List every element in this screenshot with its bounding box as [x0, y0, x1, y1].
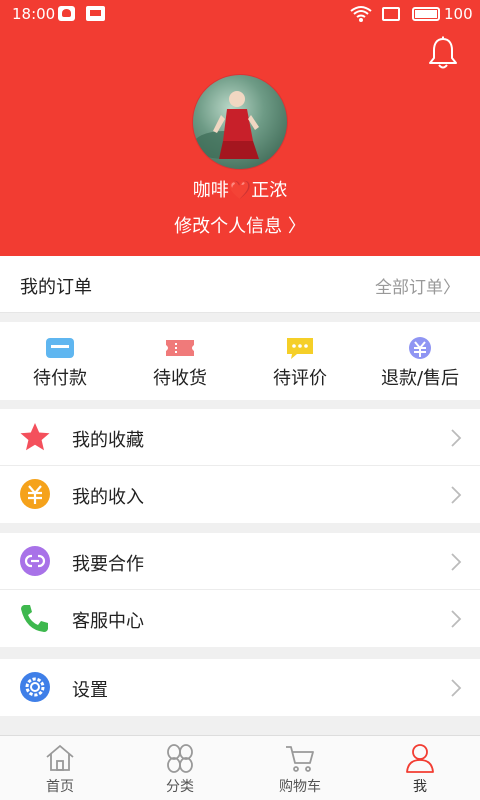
- user-icon: [406, 744, 434, 773]
- menu-item-label: 设置: [72, 680, 108, 701]
- comment-icon: [287, 338, 313, 359]
- home-icon: [46, 744, 74, 771]
- ticket-icon: [166, 340, 194, 356]
- chevron-right-icon: [451, 486, 462, 504]
- menu-item-customer-service[interactable]: 客服中心: [0, 590, 480, 647]
- battery-icon: [412, 7, 440, 21]
- menu-item-settings[interactable]: 设置: [0, 659, 480, 716]
- order-status-row: 待付款 待收货 待评价 退款/售后: [0, 322, 480, 400]
- screen-icon: [382, 7, 400, 21]
- nav-home[interactable]: 首页: [0, 736, 120, 800]
- chevron-right-icon: [451, 679, 462, 697]
- chevron-right-icon: [451, 553, 462, 571]
- status-label: 待收货: [153, 368, 207, 389]
- menu-group-3: 设置: [0, 659, 480, 716]
- category-icon: [167, 744, 193, 773]
- nav-cart[interactable]: 购物车: [240, 736, 360, 800]
- menu-item-label: 客服中心: [72, 611, 144, 632]
- nav-label: 首页: [46, 779, 74, 795]
- menu-item-favorites[interactable]: 我的收藏: [0, 409, 480, 466]
- status-label: 待付款: [33, 368, 87, 389]
- nav-label: 我: [413, 779, 427, 795]
- status-label: 退款/售后: [380, 368, 460, 389]
- status-time: 18:00: [12, 5, 56, 23]
- avatar[interactable]: [192, 74, 288, 170]
- edit-profile-link[interactable]: 修改个人信息 〉: [0, 212, 480, 238]
- wifi-icon: [350, 6, 372, 22]
- cart-icon: [286, 746, 314, 772]
- my-orders-row[interactable]: 我的订单 全部订单〉: [0, 256, 480, 313]
- menu-group-1: 我的收藏 我的收入: [0, 409, 480, 523]
- status-refund[interactable]: 退款/售后: [360, 322, 480, 400]
- phone-icon: [21, 605, 48, 632]
- yuan-circle-icon: [409, 337, 431, 359]
- menu-item-label: 我的收入: [72, 487, 144, 508]
- status-bar: 18:00 100: [0, 0, 480, 30]
- profile-header: 18:00 100 咖啡❤️正浓 修改个人信息 〉: [0, 0, 480, 256]
- my-orders-title: 我的订单: [20, 277, 92, 298]
- yuan-coin-icon: [20, 479, 50, 509]
- avatar-image: [193, 91, 259, 159]
- status-pending-receipt[interactable]: 待收货: [120, 322, 240, 400]
- menu-item-cooperation[interactable]: 我要合作: [0, 533, 480, 590]
- bottom-nav: 首页 分类 购物车 我: [0, 735, 480, 800]
- status-label: 待评价: [273, 368, 327, 389]
- wallet-card-icon: [46, 338, 74, 358]
- status-pending-payment[interactable]: 待付款: [0, 322, 120, 400]
- battery-level: 100: [444, 5, 473, 23]
- star-icon: [20, 423, 50, 451]
- nav-label: 购物车: [279, 779, 321, 795]
- nav-category[interactable]: 分类: [120, 736, 240, 800]
- chevron-right-icon: [451, 429, 462, 447]
- menu-item-income[interactable]: 我的收入: [0, 466, 480, 523]
- nav-me[interactable]: 我: [360, 736, 480, 800]
- message-icon: [86, 6, 105, 21]
- menu-item-label: 我要合作: [72, 554, 144, 575]
- nav-label: 分类: [166, 779, 194, 795]
- all-orders-link[interactable]: 全部订单〉: [375, 273, 460, 298]
- notification-app-icon: [58, 6, 75, 21]
- gear-icon: [20, 672, 50, 702]
- link-icon: [20, 546, 50, 576]
- bell-icon[interactable]: [427, 36, 459, 70]
- user-nickname: 咖啡❤️正浓: [192, 180, 288, 201]
- menu-group-2: 我要合作 客服中心: [0, 533, 480, 647]
- menu-item-label: 我的收藏: [72, 430, 144, 451]
- status-pending-review[interactable]: 待评价: [240, 322, 360, 400]
- chevron-right-icon: [451, 610, 462, 628]
